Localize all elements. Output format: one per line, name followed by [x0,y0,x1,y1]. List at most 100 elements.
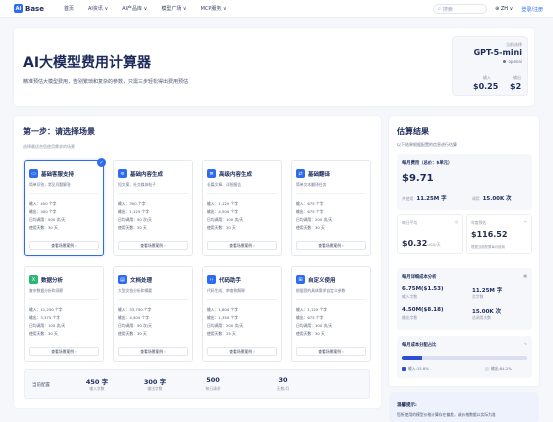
scenario-card[interactable]: ≡ 基础内容生成 短文案、社交媒体帖子 输入：300 个字 输出：1,125 个字 日均调… [113,160,193,256]
calculator-icon: ▦ [523,273,527,278]
scenario-desc: 短文案、社交媒体帖子 [118,182,156,187]
top-nav: AI Base 首页 AI资讯 ∨ AI产品库 ∨ 模型广场 ∨ MCP服务 ∨ ⌕ 搜… [0,0,553,18]
monitor-icon: ▭ [29,169,38,178]
scenario-header: ‹› 代码助手 [207,275,241,284]
scenario-stat: 日均调用：100 次/天 [207,217,244,222]
scenario-stat: 使用天数：25 天 [207,331,236,336]
view-case-button[interactable]: 查看场景案例 › [207,347,277,356]
nav-link-3[interactable]: 模型广场 ∨ [161,5,186,12]
scenario-desc: 简单文本翻译任务 [296,182,327,187]
scenario-panel: 第一步：请选择场景 选择最适合您使用需求的场景 ✓ ▭ 基础客服支持 简单问答，常见问… [14,116,381,408]
distribution-title: 每月成本分配占比 [402,343,437,348]
nav-link-0[interactable]: 首页 [64,5,74,12]
scenario-card[interactable]: X 数据分析 复杂数据分析和洞察 输入：11,250 个字 输出：3,375 个字 日均调… [24,266,104,362]
scenario-card[interactable]: ≣ 高级内容生成 长篇文章、详细报告 输入：1,125 个字 输出：4,500 个字 日均… [202,160,282,256]
view-case-button[interactable]: 查看场景案例 › [29,241,99,250]
config-sublabel: 天数/月 [276,386,290,391]
current-config-label: 当前配置 [32,383,50,388]
scenario-card[interactable]: ✓ ▭ 基础客服支持 简单问答，常见问题解答 输入：450 个字 输出：300 个字 日均调… [24,158,106,256]
detail-sublabel: 输出字数 [402,315,418,320]
scenario-title: 代码助手 [219,277,242,284]
page-title: AI大模型费用计算器 [23,55,152,71]
scenario-title: 自定义使用 [308,277,336,284]
scenario-title: 基础客服支持 [41,171,75,178]
scenario-stat: 输出：675 个字 [296,315,324,320]
divider [29,299,99,300]
scenario-stat: 使用天数：30 天 [296,225,325,230]
output-price-label: 输出 [513,75,521,80]
scenario-stat: 使用天数：30 天 [207,225,236,230]
calls-label: 调用 [472,196,480,201]
config-value: 300 字 [143,378,167,386]
scenario-header: ▤ 文档处理 [118,275,152,284]
token-value: 11.25M 字 [416,196,447,202]
language-switch[interactable]: ⊕ ZH ∨ [495,6,513,12]
step1-title: 第一步：请选择场景 [23,127,95,136]
scenario-card[interactable]: ‹› 代码助手 代码生成、审查和解释 输入：1,800 个字 输出：1,350 个字 日均… [202,266,282,362]
step1-hint: 选择最适合您使用需求的场景 [23,144,75,149]
output-price: $2 [510,82,522,91]
scenario-title: 数据分析 [41,277,64,284]
scenario-desc: 根据您的具体需求自定义参数 [296,288,346,293]
search-placeholder: 搜索 [442,6,453,13]
spreadsheet-icon: X [29,275,38,284]
scenario-desc: 复杂数据分析和洞察 [29,288,64,293]
logo-mark: AI [14,4,23,13]
scenario-header: ⇄ 基础翻译 [296,169,330,178]
trend-icon: ⌐ [523,219,527,224]
config-sublabel: 输出字数 [147,386,163,391]
cost-distribution-box: 每月成本分配占比 ∿ 输入:15.8% 输出:84.2% [397,336,532,378]
scenario-stat: 输入：1,125 个字 [296,307,328,312]
grid-icon: ⊞ [296,275,305,284]
scenario-stat: 输入：300 个字 [118,201,146,206]
nav-link-1[interactable]: AI资讯 ∨ [88,5,108,12]
scenario-title: 高级内容生成 [219,171,253,178]
selected-model-card[interactable]: 当前选择 GPT-5-mini openai 输入 输出 $0.25 $2 [452,36,528,96]
globe-icon: ⊕ [495,6,500,12]
scenario-header: ≣ 高级内容生成 [207,169,252,178]
monthly-cost-value: $9.71 [402,173,434,184]
scenario-stat: 输出：4,500 个字 [118,315,150,320]
scenario-desc: 长篇文章、详细报告 [207,182,242,187]
search-input[interactable]: ⌕ 搜索 [433,4,488,14]
nav-link-4[interactable]: MCP服务 ∨ [201,5,227,12]
detail-value: 15.00K 次 [472,309,502,315]
logo[interactable]: AI Base [14,4,44,13]
view-case-button[interactable]: 查看场景案例 › [207,241,277,250]
scenario-header: ⊞ 自定义使用 [296,275,336,284]
scenario-card[interactable]: ▤ 文档处理 大型文档分析和摘要 输入：33,750 个字 输出：4,500 个字 日均调… [113,266,193,362]
distribution-bar [402,356,527,360]
chart-icon: ∿ [523,341,527,346]
view-case-button[interactable]: 查看场景案例 › [118,347,188,356]
view-case-button[interactable]: 查看场景案例 › [296,241,366,250]
input-price-label: 输入 [483,75,491,80]
scenario-stat: 使用天数：30 天 [29,225,58,230]
scenario-stat: 输出：1,350 个字 [207,315,239,320]
year-label: 年度预估 [471,220,487,225]
file-icon: ▤ [118,275,127,284]
tip-box: 温馨提示: 您所使用的模型价格计算存在偏差，或价格数据以实际为准 [389,392,539,422]
detail-value: 6.75M($1.53) [402,286,444,292]
logo-text: Base [25,4,44,13]
input-legend-swatch [402,367,406,371]
login-link[interactable]: 登录/注册 [521,6,543,13]
report-icon: ≣ [207,169,216,178]
monthly-cost-title: 每月费用（总价：$单元） [402,161,453,166]
detail-sublabel: 输入字数 [402,294,418,299]
output-legend-swatch [485,367,489,371]
scenario-card[interactable]: ⊞ 自定义使用 根据您的具体需求自定义参数 输入：1,125 个字 输出：675 个字日… [291,266,371,362]
scenario-title: 文档处理 [130,277,153,284]
view-case-button[interactable]: 查看场景案例 › [29,347,99,356]
detail-value: 4.50M($8.18) [402,307,444,313]
daily-label: 每日平均 [402,220,418,225]
view-case-button[interactable]: 查看场景案例 › [118,241,188,250]
config-value: 500 [206,376,220,384]
divider [296,299,366,300]
scenario-stat: 输出：4,500 个字 [207,209,239,214]
scenario-card[interactable]: ⇄ 基础翻译 简单文本翻译任务 输入：675 个字 输出：675 个字 日均调用：200 … [291,160,371,256]
detail-value: 11.25M 字 [472,288,503,294]
config-sublabel: 每日请求 [205,386,221,391]
view-case-button[interactable]: 查看场景案例 › [296,347,366,356]
divider [29,193,99,194]
nav-link-2[interactable]: AI产品库 ∨ [122,5,147,12]
